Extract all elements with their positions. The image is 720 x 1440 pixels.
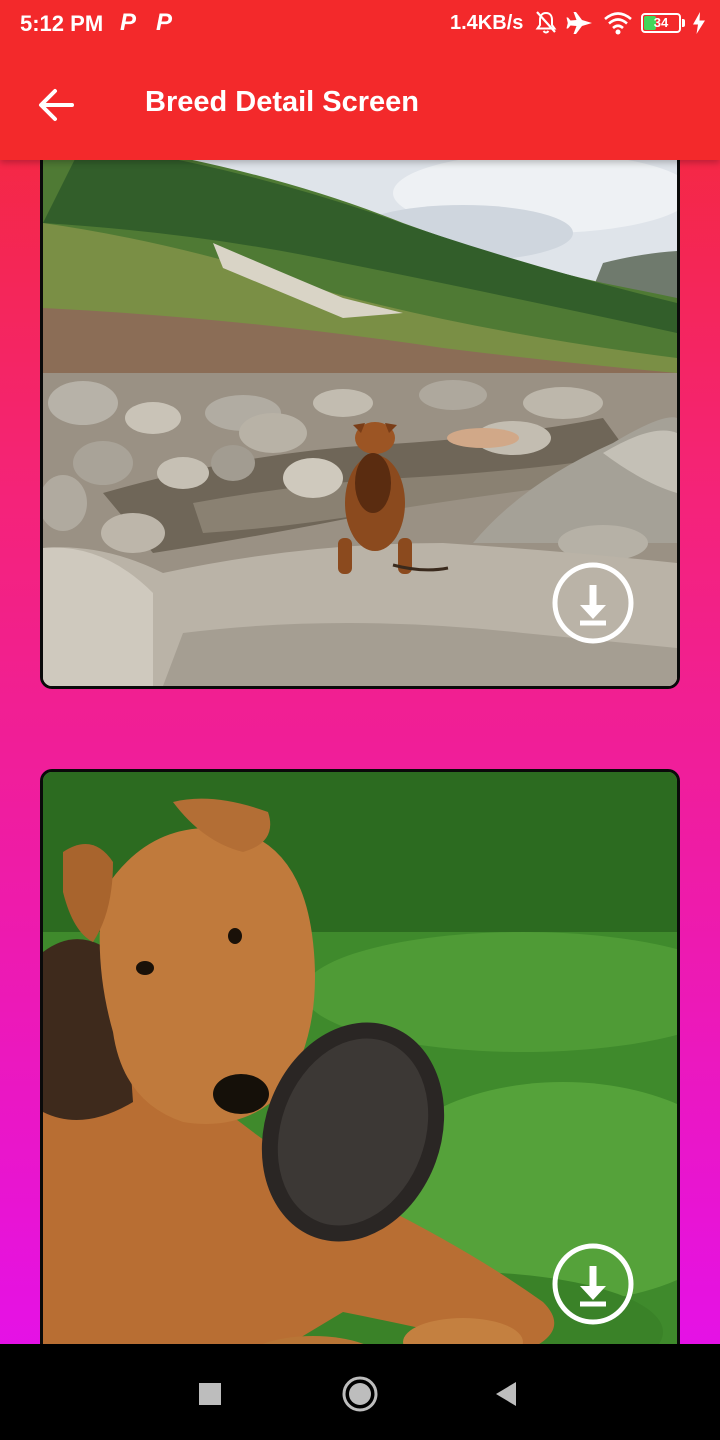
- download-circle-icon: [552, 1243, 634, 1325]
- recents-square-icon: [199, 1383, 221, 1405]
- recents-button[interactable]: [188, 1372, 232, 1416]
- back-button[interactable]: [26, 80, 86, 130]
- battery-level: 34: [653, 15, 669, 30]
- mute-icon: [535, 11, 557, 34]
- status-bar: 5:12 PM P P 1.4KB/s 34: [0, 0, 720, 50]
- download-button[interactable]: [551, 561, 635, 645]
- notification-p-icon: P: [120, 9, 137, 36]
- nav-back-button[interactable]: [484, 1372, 528, 1416]
- breed-detail-screen: 5:12 PM P P 1.4KB/s 34 Breed Detail Scre…: [0, 0, 720, 1440]
- breed-image-card: [40, 70, 680, 689]
- battery-icon: 34: [641, 13, 681, 33]
- charging-icon: [693, 12, 705, 34]
- home-button[interactable]: [338, 1372, 382, 1416]
- back-triangle-icon: [496, 1382, 516, 1406]
- network-speed: 1.4KB/s: [450, 12, 524, 34]
- download-button[interactable]: [551, 1242, 635, 1326]
- navigation-bar: [0, 1344, 720, 1440]
- wifi-icon: [604, 12, 632, 35]
- battery-tip: [682, 19, 685, 27]
- status-time: 5:12 PM: [20, 11, 104, 36]
- page-title: Breed Detail Screen: [145, 86, 420, 118]
- notification-p-icon: P: [156, 9, 173, 36]
- arrow-back-icon: [39, 89, 74, 121]
- app-bar: Breed Detail Screen: [0, 50, 720, 160]
- home-circle-icon: [342, 1376, 378, 1412]
- airplane-icon: [566, 12, 592, 34]
- download-circle-icon: [552, 562, 634, 644]
- breed-image-card: [40, 769, 680, 1409]
